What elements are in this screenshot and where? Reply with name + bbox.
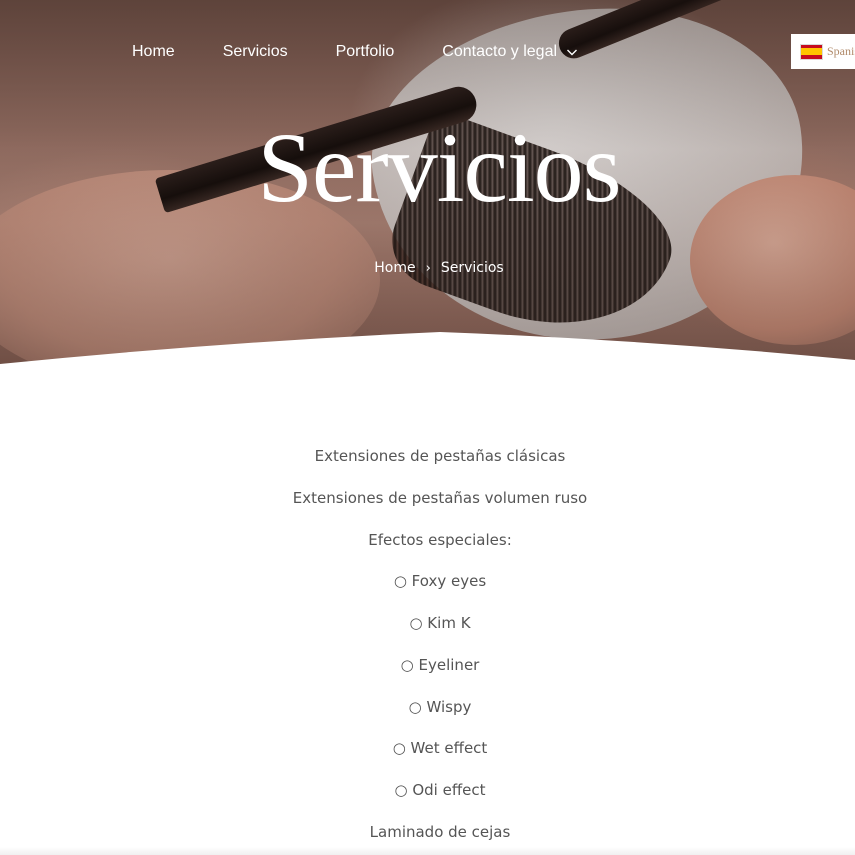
hero-bottom-curve bbox=[0, 332, 855, 372]
language-switcher[interactable]: Spanish bbox=[791, 34, 855, 69]
list-item: ○ Foxy eyes bbox=[393, 572, 487, 591]
nav-item-servicios[interactable]: Servicios bbox=[223, 40, 288, 64]
language-label: Spanish bbox=[827, 44, 855, 58]
main-nav: Home Servicios Portfolio Contacto y lega… bbox=[132, 40, 578, 64]
breadcrumb: Home › Servicios bbox=[0, 260, 855, 276]
list-item: ○ Wispy bbox=[408, 697, 472, 716]
nav-item-contacto[interactable]: Contacto y legal bbox=[442, 40, 578, 64]
list-item: ○ Wet effect bbox=[392, 739, 488, 758]
list-item: Extensiones de pestañas clásicas bbox=[314, 447, 566, 465]
list-item: ○ Odi effect bbox=[394, 781, 486, 799]
services-list: Extensiones de pestañas clásicas Extensi… bbox=[0, 436, 855, 854]
breadcrumb-separator-icon: › bbox=[425, 261, 431, 276]
list-item: Efectos especiales: bbox=[368, 530, 512, 549]
breadcrumb-home-link[interactable]: Home bbox=[374, 260, 415, 276]
list-item: ○ Kim K bbox=[409, 614, 471, 632]
nav-item-contacto-label: Contacto y legal bbox=[442, 43, 558, 60]
list-item: Extensiones de pestañas volumen ruso bbox=[292, 488, 588, 507]
chevron-down-icon bbox=[567, 49, 578, 56]
nav-item-portfolio[interactable]: Portfolio bbox=[336, 40, 395, 64]
page: Home Servicios Portfolio Contacto y lega… bbox=[0, 0, 855, 855]
breadcrumb-current: Servicios bbox=[440, 260, 504, 276]
spain-flag-icon bbox=[800, 43, 823, 60]
page-bottom-edge bbox=[0, 847, 855, 855]
list-item: ○ Eyeliner bbox=[400, 655, 480, 674]
nav-item-home[interactable]: Home bbox=[132, 40, 175, 64]
page-title: Servicios bbox=[257, 112, 621, 223]
